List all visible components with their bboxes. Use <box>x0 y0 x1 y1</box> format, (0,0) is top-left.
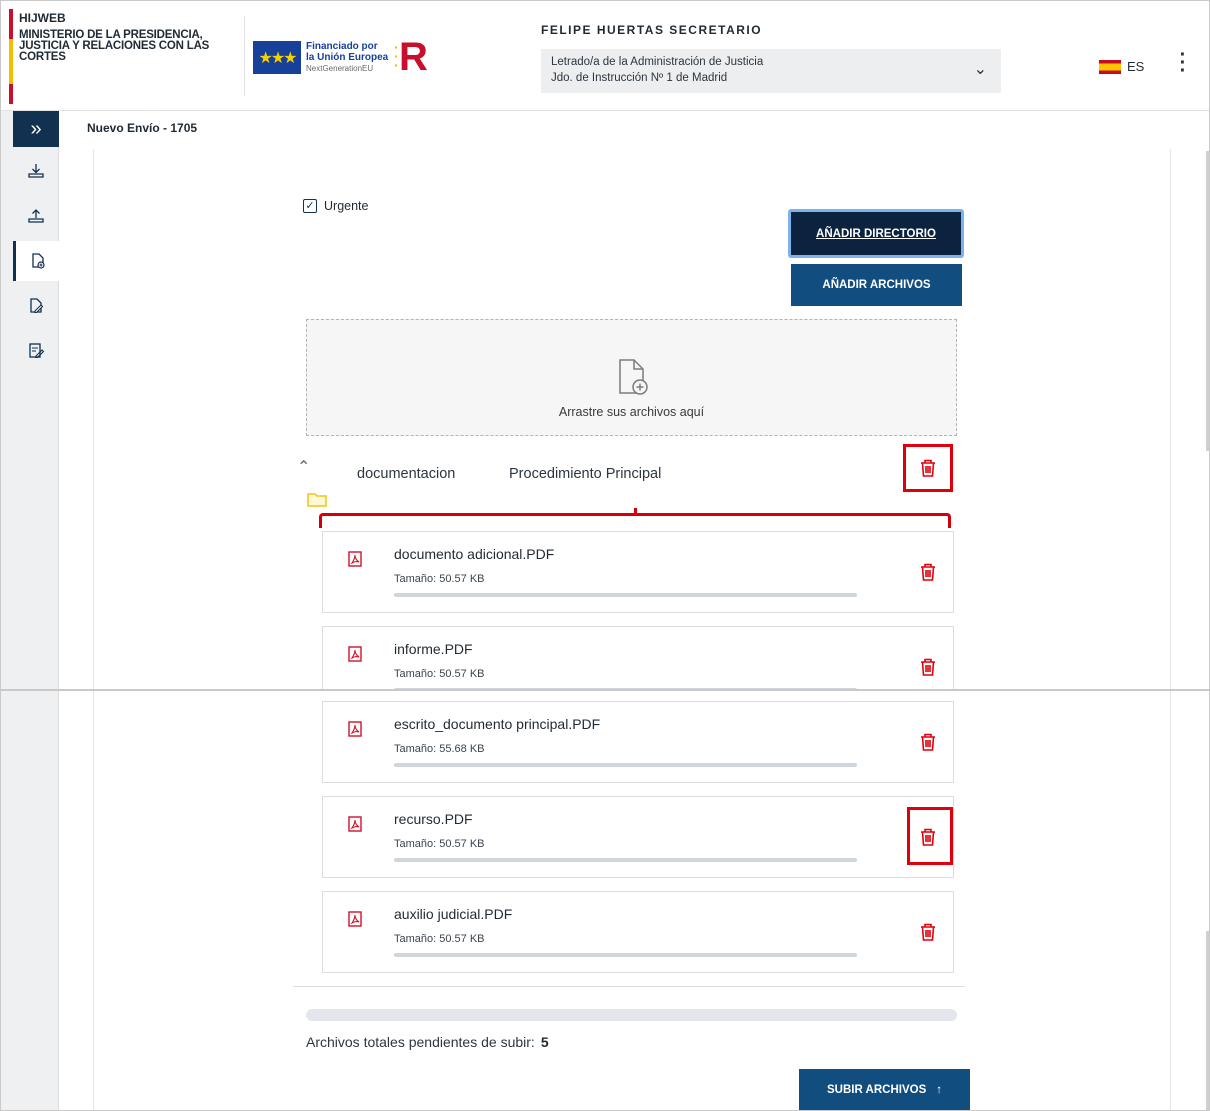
edit-file-icon[interactable] <box>13 286 59 326</box>
add-directory-button[interactable]: AÑADIR DIRECTORIO <box>788 209 964 258</box>
file-progress-bar <box>394 763 857 767</box>
chevron-down-icon: ⌄ <box>973 61 987 78</box>
content-border-right <box>1170 691 1171 1110</box>
pdf-icon <box>348 646 362 662</box>
language-code: ES <box>1127 59 1145 74</box>
app-name: HIJWEB <box>19 11 66 25</box>
upload-files-button[interactable]: SUBIR ARCHIVOS ↑ <box>799 1069 970 1110</box>
eu-funding-line1: Financiado por <box>306 41 378 52</box>
app-header: HIJWEB MINISTERIO DE LA PRESIDENCIA, JUS… <box>1 1 1209 111</box>
expand-icon[interactable]: » <box>13 111 59 147</box>
pdf-icon <box>348 551 362 567</box>
file-size: Tamaño: 50.57 KB <box>394 838 485 850</box>
role-line1: Letrado/a de la Administración de Justic… <box>551 56 764 68</box>
pending-count: 5 <box>540 1034 549 1050</box>
more-options-icon[interactable]: · · · <box>1176 45 1190 81</box>
file-size: Tamaño: 50.57 KB <box>394 933 485 945</box>
pdf-icon <box>348 816 362 832</box>
folder-name: documentacion <box>357 466 456 482</box>
trash-icon[interactable] <box>919 562 937 582</box>
scrollbar[interactable] <box>1206 151 1209 451</box>
screenshot-top: HIJWEB MINISTERIO DE LA PRESIDENCIA, JUS… <box>0 0 1210 690</box>
trash-icon <box>921 459 935 477</box>
header-divider <box>244 16 245 96</box>
file-name: informe.PDF <box>394 641 473 657</box>
trash-icon[interactable] <box>919 657 937 677</box>
user-name: FELIPE HUERTAS SECRETARIO <box>541 23 763 37</box>
file-progress-bar <box>394 858 857 862</box>
chevron-up-icon[interactable]: ⌃ <box>297 457 310 477</box>
file-name: documento adicional.PDF <box>394 546 555 562</box>
section-divider <box>293 986 965 987</box>
sidebar: » <box>1 111 59 689</box>
content-border-left <box>93 691 94 1110</box>
screenshot-bottom: escrito_documento principal.PDF Tamaño: 5… <box>0 690 1210 1111</box>
file-name: escrito_documento principal.PDF <box>394 716 601 732</box>
dropzone-text: Arrastre sus archivos aquí <box>558 405 705 419</box>
upload-icon[interactable] <box>13 196 59 236</box>
folder-icon <box>307 493 327 507</box>
pending-summary: Archivos totales pendientes de subir: 5 <box>306 1034 549 1050</box>
file-card: auxilio judicial.PDF Tamaño: 50.57 KB <box>322 891 954 973</box>
trash-icon[interactable] <box>919 922 937 942</box>
file-card: recurso.PDF Tamaño: 50.57 KB <box>322 796 954 878</box>
sidebar <box>1 691 59 1110</box>
trash-icon[interactable] <box>919 827 937 847</box>
file-card: escrito_documento principal.PDF Tamaño: 5… <box>322 701 954 783</box>
brand[interactable]: HIJWEB MINISTERIO DE LA PRESIDENCIA, JUS… <box>19 11 234 63</box>
scrollbar[interactable] <box>1206 931 1209 1110</box>
add-files-button[interactable]: AÑADIR ARCHIVOS <box>791 264 962 306</box>
file-size: Tamaño: 50.57 KB <box>394 668 485 680</box>
file-progress-bar <box>394 593 857 597</box>
file-size: Tamaño: 55.68 KB <box>394 743 485 755</box>
file-name: auxilio judicial.PDF <box>394 906 513 922</box>
form-edit-icon[interactable] <box>13 331 59 371</box>
add-file-icon <box>619 359 648 395</box>
role-line2: Jdo. de Instrucción Nº 1 de Madrid <box>551 72 728 84</box>
language-selector[interactable]: ES <box>1099 59 1144 74</box>
delete-folder-button[interactable] <box>903 444 953 492</box>
ministry-name: MINISTERIO DE LA PRESIDENCIA, JUSTICIA Y… <box>19 29 210 63</box>
file-card: informe.PDF Tamaño: 50.57 KB <box>322 626 954 689</box>
brand-stripe <box>9 9 13 104</box>
trash-icon[interactable] <box>919 732 937 752</box>
upload-files-label: SUBIR ARCHIVOS <box>827 1084 927 1096</box>
file-progress-bar <box>394 953 857 957</box>
pending-label: Archivos totales pendientes de subir: <box>306 1034 535 1050</box>
eu-funding-logo: Financiado por la Unión Europea NextGene… <box>306 41 388 74</box>
spain-flag-icon <box>1099 59 1121 74</box>
recovery-plan-logo: · · · R <box>394 35 428 79</box>
total-progress-bar <box>306 1009 957 1021</box>
file-name: recurso.PDF <box>394 811 473 827</box>
urgent-label: Urgente <box>324 199 369 213</box>
arrow-up-icon: ↑ <box>936 1084 942 1096</box>
role-select[interactable]: Letrado/a de la Administración de Justic… <box>541 49 1001 93</box>
pdf-icon <box>348 911 362 927</box>
eu-funding-sub: NextGenerationEU <box>306 64 374 73</box>
file-card: documento adicional.PDF Tamaño: 50.57 KB <box>322 531 954 613</box>
checkbox-icon[interactable]: ✓ <box>303 199 317 213</box>
folder-row: ⌃ documentacion Procedimiento Principal <box>297 444 957 507</box>
urgent-checkbox[interactable]: ✓ Urgente <box>303 199 368 213</box>
eu-flag-icon: ★★★ <box>253 41 301 74</box>
file-size: Tamaño: 50.57 KB <box>394 573 485 585</box>
folder-contents-bracket <box>319 508 951 528</box>
pdf-icon <box>348 721 362 737</box>
eu-funding-line2: la Unión Europea <box>306 52 389 63</box>
file-dropzone[interactable]: Arrastre sus archivos aquí <box>306 319 957 436</box>
new-file-icon[interactable] <box>13 241 59 281</box>
page-title: Nuevo Envío - 1705 <box>87 121 198 135</box>
download-icon[interactable] <box>13 151 59 191</box>
folder-procedure: Procedimiento Principal <box>509 466 662 482</box>
